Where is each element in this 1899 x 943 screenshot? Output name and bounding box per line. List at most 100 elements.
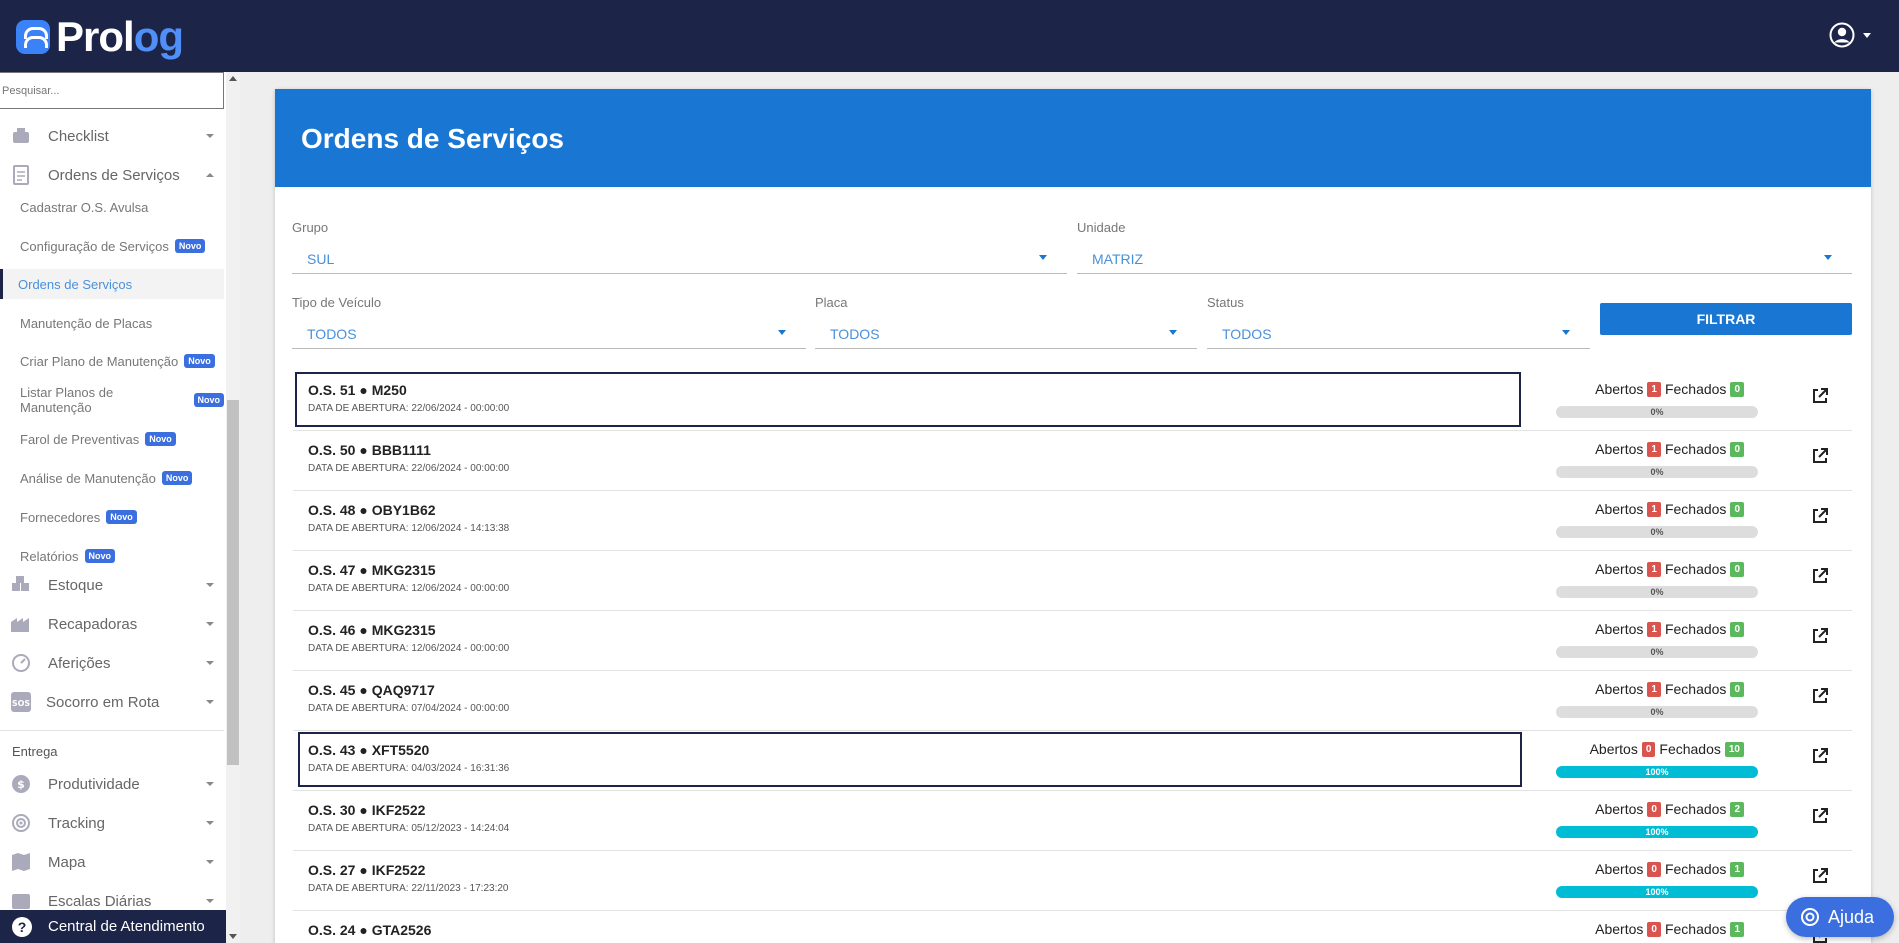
- os-title: O.S. 27 ● IKF2522: [308, 862, 426, 878]
- status-select[interactable]: TODOS: [1207, 317, 1590, 349]
- sidebar-item-label: Socorro em Rota: [46, 693, 160, 711]
- sidebar-item-tracking[interactable]: Tracking: [0, 808, 224, 838]
- chevron-down-icon: [206, 583, 214, 587]
- scroll-up-arrow-icon[interactable]: [229, 76, 237, 81]
- novo-badge: Novo: [84, 549, 116, 563]
- user-menu[interactable]: [1829, 22, 1871, 48]
- prolog-logo[interactable]: Prolog: [16, 16, 184, 58]
- status-field: Status TODOS: [1207, 295, 1590, 351]
- open-external-icon[interactable]: [1811, 687, 1829, 705]
- open-external-icon[interactable]: [1811, 627, 1829, 645]
- open-external-icon[interactable]: [1811, 747, 1829, 765]
- sidebar-item-recapadoras[interactable]: Recapadoras: [0, 609, 224, 639]
- sidebar-scrollbar[interactable]: [226, 72, 240, 943]
- placa-select[interactable]: TODOS: [815, 317, 1197, 349]
- sidebar-subitem-criar-plano[interactable]: Criar Plano de Manutenção Novo: [0, 346, 224, 376]
- unidade-label: Unidade: [1077, 220, 1126, 235]
- open-external-icon[interactable]: [1811, 567, 1829, 585]
- grupo-label: Grupo: [292, 220, 329, 235]
- chevron-down-icon: [1824, 255, 1832, 260]
- sidebar-subitem-cadastrar-os[interactable]: Cadastrar O.S. Avulsa: [0, 192, 224, 222]
- grupo-value: SUL: [307, 251, 335, 267]
- chevron-down-icon: [206, 860, 214, 864]
- sidebar-subitem-label: Listar Planos de Manutenção: [20, 385, 114, 415]
- sidebar-item-estoque[interactable]: Estoque: [0, 570, 224, 600]
- open-external-icon[interactable]: [1811, 807, 1829, 825]
- os-list-item[interactable]: O.S. 47 ● MKG2315 DATA DE ABERTURA: 12/06…: [293, 551, 1852, 611]
- os-list-item[interactable]: O.S. 50 ● BBB1111 DATA DE ABERTURA: 22/06…: [293, 431, 1852, 491]
- novo-badge: Novo: [193, 393, 224, 407]
- os-list-item[interactable]: O.S. 24 ● GTA2526 Abertos 0 Fechados 1: [293, 911, 1852, 943]
- chevron-down-icon: [1562, 330, 1570, 335]
- os-progress-bar: 100%: [1556, 766, 1758, 778]
- os-date: DATA DE ABERTURA: 12/06/2024 - 00:00:00: [308, 583, 510, 594]
- fechados-label: Fechados: [1664, 561, 1727, 577]
- sidebar-subitem-farol-preventivas[interactable]: Farol de Preventivas Novo: [0, 424, 224, 454]
- chevron-down-icon: [206, 134, 214, 138]
- sidebar-item-label: Tracking: [48, 814, 105, 832]
- abertos-label: Abertos: [1595, 381, 1644, 397]
- sidebar-item-ordens-servicos[interactable]: Ordens de Serviços: [0, 160, 224, 190]
- filtrar-button[interactable]: FILTRAR: [1600, 303, 1852, 335]
- sidebar-subitem-fornecedores[interactable]: Fornecedores Novo: [0, 502, 224, 532]
- sidebar-subitem-analise-manutencao[interactable]: Análise de Manutenção Novo: [0, 463, 224, 493]
- gauge-icon: [12, 654, 30, 672]
- fechados-count-badge: 1: [1730, 861, 1744, 877]
- os-list-item[interactable]: O.S. 45 ● QAQ9717 DATA DE ABERTURA: 07/04…: [293, 671, 1852, 731]
- open-external-icon[interactable]: [1811, 867, 1829, 885]
- os-list-item[interactable]: O.S. 48 ● OBY1B62 DATA DE ABERTURA: 12/06…: [293, 491, 1852, 551]
- tipo-veiculo-field: Tipo de Veículo TODOS: [292, 295, 806, 351]
- os-list-item[interactable]: O.S. 27 ● IKF2522 DATA DE ABERTURA: 22/11…: [293, 851, 1852, 911]
- document-icon: [13, 165, 29, 185]
- scroll-down-arrow-icon[interactable]: [229, 934, 237, 939]
- sidebar-subitem-ordens-servicos[interactable]: Ordens de Serviços: [0, 269, 224, 299]
- open-external-icon[interactable]: [1811, 447, 1829, 465]
- factory-icon: [11, 618, 29, 632]
- os-title: O.S. 24 ● GTA2526: [308, 922, 432, 938]
- sidebar-item-mapa[interactable]: Mapa: [0, 847, 224, 877]
- abertos-label: Abertos: [1595, 861, 1644, 877]
- unidade-select[interactable]: MATRIZ: [1077, 242, 1852, 274]
- os-status-counts: Abertos 0 Fechados 10: [1590, 741, 1744, 757]
- scrollbar-thumb[interactable]: [227, 400, 239, 765]
- sidebar-subitem-label: Relatórios: [20, 548, 79, 564]
- fechados-count-badge: 10: [1724, 741, 1744, 757]
- os-title: O.S. 43 ● XFT5520: [308, 742, 430, 758]
- os-list-item[interactable]: O.S. 46 ● MKG2315 DATA DE ABERTURA: 12/06…: [293, 611, 1852, 671]
- sidebar-subitem-configuracao-servicos[interactable]: Configuração de Serviços Novo: [0, 231, 224, 261]
- sidebar-item-label: Checklist: [48, 127, 109, 145]
- central-atendimento-button[interactable]: ? Central de Atendimento: [0, 910, 226, 943]
- abertos-count-badge: 1: [1647, 681, 1661, 697]
- sidebar-search-input[interactable]: [0, 72, 224, 109]
- grupo-select[interactable]: SUL: [292, 242, 1067, 274]
- fechados-count-badge: 0: [1730, 381, 1744, 397]
- sidebar-subitem-label: Fornecedores: [20, 509, 101, 525]
- os-status-counts: Abertos 1 Fechados 0: [1595, 381, 1744, 397]
- tipo-veiculo-select[interactable]: TODOS: [292, 317, 806, 349]
- os-status-counts: Abertos 1 Fechados 0: [1595, 561, 1744, 577]
- sidebar-subitem-manutencao-placas[interactable]: Manutenção de Placas: [0, 308, 224, 338]
- os-status-counts: Abertos 0 Fechados 1: [1595, 921, 1744, 937]
- os-title: O.S. 51 ● M250: [308, 382, 407, 398]
- open-external-icon[interactable]: [1811, 507, 1829, 525]
- sidebar-subitem-relatorios[interactable]: Relatórios Novo: [0, 541, 224, 571]
- unidade-field: Unidade MATRIZ: [1077, 220, 1852, 276]
- open-external-icon[interactable]: [1811, 387, 1829, 405]
- sidebar-subitem-label: Farol de Preventivas: [20, 431, 140, 447]
- logo-icon: [16, 20, 50, 54]
- sidebar-item-label: Ordens de Serviços: [48, 166, 180, 184]
- abertos-label: Abertos: [1595, 501, 1644, 517]
- os-list-item[interactable]: O.S. 30 ● IKF2522 DATA DE ABERTURA: 05/12…: [293, 791, 1852, 851]
- sidebar-item-checklist[interactable]: Checklist: [0, 121, 224, 151]
- ajuda-button[interactable]: Ajuda: [1786, 897, 1894, 937]
- novo-badge: Novo: [145, 432, 176, 446]
- sidebar-subitem-listar-planos[interactable]: Listar Planos de Manutenção Novo: [0, 385, 224, 415]
- sidebar-item-afericoes[interactable]: Aferições: [0, 648, 224, 678]
- sidebar-item-label: Estoque: [48, 576, 104, 594]
- os-list-item[interactable]: O.S. 51 ● M250 DATA DE ABERTURA: 22/06/20…: [293, 371, 1852, 431]
- fechados-count-badge: 0: [1730, 621, 1744, 637]
- fechados-count-badge: 1: [1730, 921, 1744, 937]
- sidebar-item-produtividade[interactable]: $ Produtividade: [0, 769, 224, 799]
- os-list-item[interactable]: O.S. 43 ● XFT5520 DATA DE ABERTURA: 04/03…: [293, 731, 1852, 791]
- sidebar-item-socorro[interactable]: SOS Socorro em Rota: [0, 687, 224, 717]
